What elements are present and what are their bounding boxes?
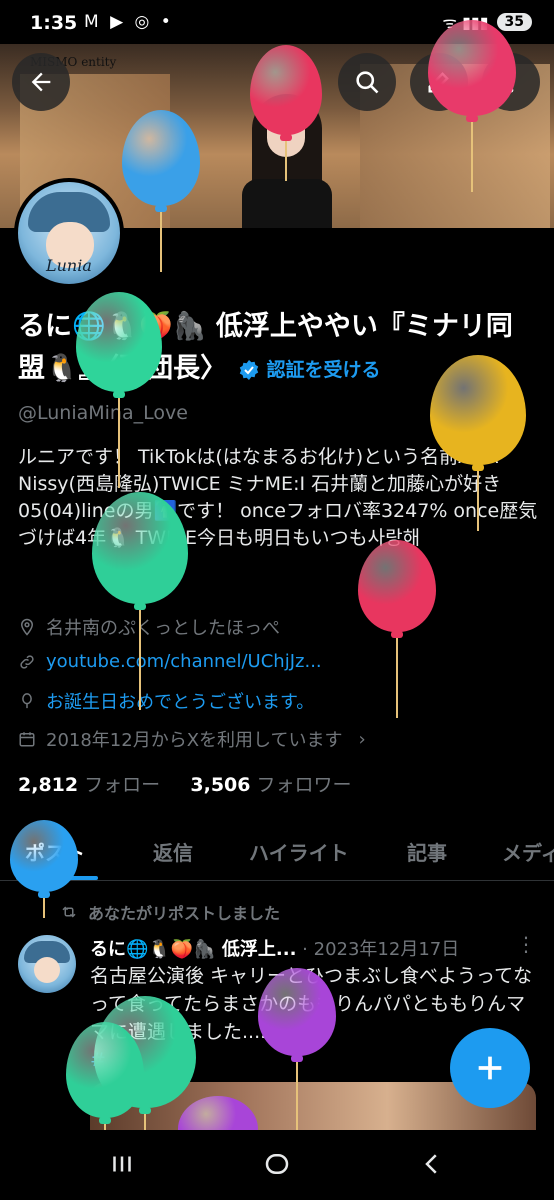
profile-bio: ルニアです！ TikTokは(はなまるお化け)という名前AAA Nissy(西島…: [18, 446, 538, 549]
pencil-icon: [428, 72, 449, 93]
home-button[interactable]: [247, 1144, 307, 1184]
location-pin-icon: [20, 618, 34, 636]
home-circle-icon: [265, 1154, 289, 1174]
post-body: 名古屋公演後 キャリーとひつまぶし食べようってなって食ってたらまさかのももりんパ…: [90, 965, 533, 1043]
calendar-icon: [19, 732, 35, 747]
plus-icon: [478, 1056, 502, 1080]
profile-avatar[interactable]: Lunia: [14, 178, 124, 288]
tab-media[interactable]: メディア: [502, 837, 554, 866]
profile-joined[interactable]: 2018年12月からXを利用しています ›: [18, 726, 366, 752]
chevron-right-icon: ›: [358, 728, 366, 750]
post-hashtag[interactable]: #: [90, 1049, 106, 1071]
profile-handle: @LuniaMina_Love: [18, 402, 188, 424]
chevron-left-icon: [425, 1154, 437, 1174]
back-button[interactable]: [12, 53, 70, 111]
post-date: · 2023年12月17日: [302, 939, 460, 960]
follow-stats: 2,812 フォロー 3,506 フォロワー: [18, 770, 352, 797]
recent-apps-button[interactable]: [92, 1144, 152, 1184]
search-button[interactable]: [338, 53, 396, 111]
repost-text: あなたがリポストしました: [88, 904, 281, 923]
arrow-left-icon: [31, 72, 51, 92]
battery-icon: 35: [496, 13, 532, 31]
post-more-button[interactable]: ⋮: [516, 932, 536, 956]
verify-label: 認証を受ける: [266, 358, 381, 381]
following-label: フォロー: [84, 774, 161, 796]
followers-link[interactable]: 3,506 フォロワー: [190, 774, 351, 796]
joined-text: 2018年12月からXを利用しています: [46, 730, 343, 751]
following-link[interactable]: 2,812 フォロー: [18, 774, 160, 796]
balloon-icon: [22, 693, 32, 709]
followers-count: 3,506: [190, 774, 251, 796]
post-avatar[interactable]: [18, 935, 76, 993]
tab-highlights[interactable]: ハイライト: [249, 837, 349, 866]
tab-replies[interactable]: 返信: [153, 837, 193, 866]
tab-posts[interactable]: ポスト: [25, 837, 85, 866]
system-icons: ᯤ ▮▮▮ 35: [442, 11, 532, 33]
profile-tabs: ポスト 返信 ハイライト 記事 メディア: [0, 825, 554, 881]
compose-button[interactable]: [450, 1028, 530, 1108]
notification-icons: M ▶ ◎ •: [84, 12, 174, 32]
location-text: 名井南のぷくっとしたほっぺ: [46, 618, 280, 639]
post-header: るに🌐🐧🍑🦍 低浮上... · 2023年12月17日: [90, 935, 510, 961]
recent-apps-icon: [113, 1156, 131, 1172]
status-bar: 1:35 M ▶ ◎ • ᯤ ▮▮▮ 35: [0, 0, 554, 44]
repost-indicator: あなたがリポストしました: [60, 900, 280, 924]
active-tab-indicator: [16, 876, 98, 880]
back-nav-button[interactable]: [402, 1144, 462, 1184]
tab-articles[interactable]: 記事: [407, 837, 447, 866]
profile-birthday: お誕生日おめでとうございます。: [18, 688, 314, 714]
birthday-text: お誕生日おめでとうございます。: [46, 692, 315, 713]
verified-badge-icon: [239, 359, 258, 380]
balloon-decoration: [358, 540, 436, 720]
link-text[interactable]: youtube.com/channel/UChjJz...: [46, 651, 322, 672]
post-author[interactable]: るに🌐🐧🍑🦍 低浮上...: [90, 939, 296, 960]
link-icon: [20, 654, 34, 669]
more-button[interactable]: [482, 53, 540, 111]
edit-button[interactable]: [410, 53, 468, 111]
status-time: 1:35: [30, 12, 78, 34]
profile-location: 名井南のぷくっとしたほっぺ: [18, 614, 280, 640]
more-vertical-icon: [508, 71, 514, 93]
profile-link[interactable]: youtube.com/channel/UChjJz...: [18, 651, 322, 672]
signal-icon: ᯤ ▮▮▮: [442, 13, 489, 32]
following-count: 2,812: [18, 774, 79, 796]
search-icon: [356, 71, 379, 94]
followers-label: フォロワー: [256, 774, 352, 796]
verify-button[interactable]: 認証を受ける: [237, 349, 381, 391]
banner-photo: [232, 94, 337, 228]
repost-icon: [62, 906, 76, 918]
profile-name-block: るに🌐🐧🍑🦍 低浮上ややい『ミナリ同盟🐧』〈副団長〉 認証を受ける: [18, 306, 528, 391]
system-nav-bar: [0, 1130, 554, 1200]
